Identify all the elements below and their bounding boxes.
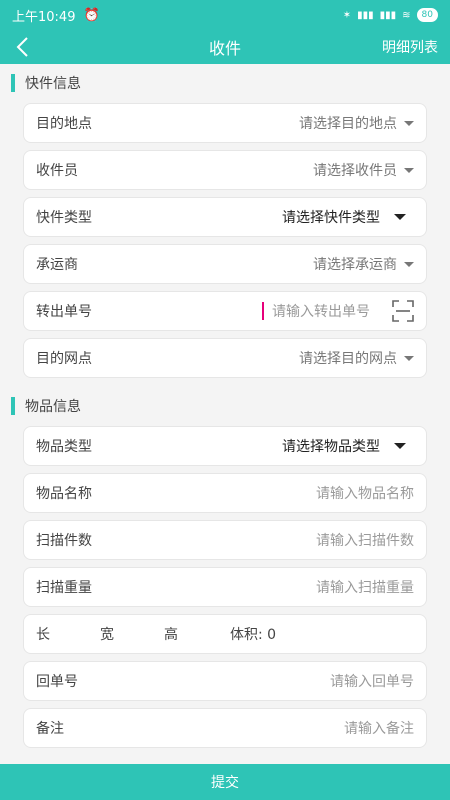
item-type-select[interactable]: 物品类型 请选择物品类型 <box>23 426 427 466</box>
field-label: 目的地点 <box>36 116 92 132</box>
page-title: 收件 <box>208 39 241 58</box>
scan-weight-input[interactable]: 请输入扫描重量 <box>316 577 414 597</box>
section-title: 快件信息 <box>25 76 81 92</box>
signal-icon-2: ▮▮▮ <box>379 9 397 21</box>
height-input[interactable]: 高 <box>164 624 178 644</box>
caret-down-icon <box>394 214 406 220</box>
caret-down-icon <box>394 443 406 449</box>
nav-bar: 收件 明细列表 <box>0 30 450 64</box>
battery-icon: 80 <box>416 8 438 22</box>
wifi-icon: ≋ <box>402 9 411 21</box>
remark-row: 备注 请输入备注 <box>23 708 427 748</box>
caret-down-icon <box>404 355 414 361</box>
caret-down-icon <box>404 261 414 267</box>
width-input[interactable]: 宽 <box>100 624 114 644</box>
section-item-info: 物品信息 <box>0 394 450 418</box>
alarm-icon: ⏰ <box>83 7 100 23</box>
scan-weight-row: 扫描重量 请输入扫描重量 <box>23 567 427 607</box>
section-accent-bar <box>11 397 15 415</box>
courier-type-select[interactable]: 快件类型 请选择快件类型 <box>23 197 427 237</box>
back-button[interactable] <box>12 36 32 58</box>
item-name-row: 物品名称 请输入物品名称 <box>23 473 427 513</box>
status-bar: 上午10:49 ⏰ ✶ ▮▮▮ ▮▮▮ ≋ 80 <box>0 0 450 30</box>
field-value: 请选择收件员 <box>313 160 414 180</box>
field-label: 回单号 <box>36 674 78 690</box>
caret-down-icon <box>404 167 414 173</box>
field-label: 快件类型 <box>36 210 92 226</box>
field-value: 请选择承运商 <box>313 254 414 274</box>
signal-icon: ▮▮▮ <box>357 9 374 21</box>
detail-list-link[interactable]: 明细列表 <box>382 37 438 57</box>
field-label: 扫描重量 <box>36 580 92 596</box>
field-value: 请选择目的网点 <box>299 348 414 368</box>
field-label: 收件员 <box>36 163 78 179</box>
field-label: 备注 <box>36 721 64 737</box>
destination-outlet-select[interactable]: 目的网点 请选择目的网点 <box>23 338 427 378</box>
return-number-row: 回单号 请输入回单号 <box>23 661 427 701</box>
status-time: 上午10:49 <box>12 9 76 25</box>
return-number-input[interactable]: 请输入回单号 <box>330 671 414 691</box>
remark-input[interactable]: 请输入备注 <box>344 718 414 738</box>
field-label: 物品类型 <box>36 439 92 455</box>
field-label: 承运商 <box>36 257 78 273</box>
section-accent-bar <box>11 74 15 92</box>
section-courier-info: 快件信息 <box>0 71 450 95</box>
dimensions: 长 宽 高 体积: 0 <box>36 624 276 644</box>
volume-value: 体积: 0 <box>230 627 277 643</box>
text-cursor <box>262 302 264 320</box>
scan-icon[interactable] <box>392 300 414 322</box>
scan-count-row: 扫描件数 请输入扫描件数 <box>23 520 427 560</box>
field-label: 扫描件数 <box>36 533 92 549</box>
destination-select[interactable]: 目的地点 请选择目的地点 <box>23 103 427 143</box>
submit-button[interactable]: 提交 <box>0 764 450 800</box>
transfer-number-input[interactable]: 请输入转出单号 <box>262 300 414 322</box>
scan-count-input[interactable]: 请输入扫描件数 <box>316 530 414 550</box>
field-value: 请选择快件类型 <box>282 207 414 227</box>
field-label: 物品名称 <box>36 486 92 502</box>
dimensions-row: 长 宽 高 体积: 0 <box>23 614 427 654</box>
chevron-left-icon <box>16 37 28 57</box>
carrier-select[interactable]: 承运商 请选择承运商 <box>23 244 427 284</box>
bluetooth-icon: ✶ <box>342 9 352 21</box>
field-label: 目的网点 <box>36 351 92 367</box>
transfer-number-row: 转出单号 请输入转出单号 <box>23 291 427 331</box>
length-input[interactable]: 长 <box>36 624 50 644</box>
field-label: 转出单号 <box>36 304 92 320</box>
item-name-input[interactable]: 请输入物品名称 <box>316 483 414 503</box>
field-value: 请选择目的地点 <box>299 113 414 133</box>
field-value: 请选择物品类型 <box>282 436 414 456</box>
receiver-select[interactable]: 收件员 请选择收件员 <box>23 150 427 190</box>
section-title: 物品信息 <box>25 399 81 415</box>
caret-down-icon <box>404 120 414 126</box>
